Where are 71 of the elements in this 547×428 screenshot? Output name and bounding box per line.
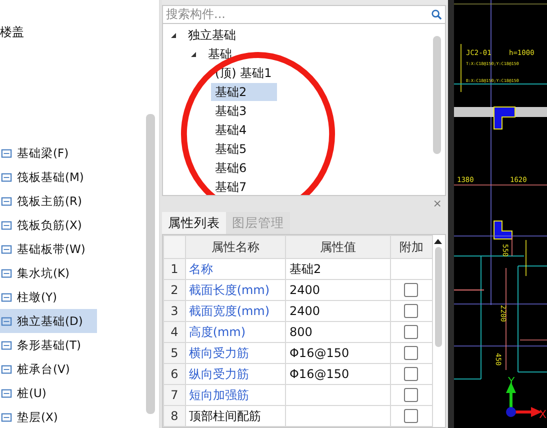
checkbox[interactable] <box>404 346 418 360</box>
component-type-item[interactable]: 桩(U) <box>0 381 97 405</box>
component-icon <box>1 388 12 398</box>
row-number: 1 <box>164 258 186 280</box>
axis-label: X <box>539 408 547 421</box>
component-type-item[interactable]: 集水坑(K) <box>0 261 97 285</box>
origin-icon <box>506 407 516 417</box>
tree-item[interactable]: 基础3 <box>211 102 277 120</box>
column-header: 属性名称 <box>185 236 286 259</box>
component-type-item[interactable]: 垫层(X) <box>0 405 97 428</box>
component-type-item[interactable]: 筏板主筋(R) <box>0 189 97 213</box>
property-name: 纵向受力筋 <box>185 364 286 385</box>
row-number: 2 <box>164 280 186 301</box>
property-name: 短向加强筋 <box>185 384 286 406</box>
component-type-item[interactable]: 基础梁(F) <box>0 141 97 165</box>
component-icon <box>1 244 12 254</box>
checkbox[interactable] <box>404 283 418 298</box>
search-field[interactable]: 搜索构件... <box>162 4 446 24</box>
component-icon <box>1 340 12 350</box>
row-number: 6 <box>164 364 186 385</box>
component-type-item[interactable]: 柱墩(Y) <box>0 285 97 309</box>
column-header: 属性值 <box>286 236 390 259</box>
checkbox[interactable] <box>404 388 418 402</box>
component-type-item[interactable]: 条形基础(T) <box>0 333 97 357</box>
row-number: 7 <box>164 384 186 406</box>
property-name: 横向受力筋 <box>185 342 286 364</box>
tree-item[interactable]: 基础 <box>204 45 262 64</box>
component-icon <box>1 172 12 182</box>
column-header: 附加 <box>390 236 432 259</box>
component-icon <box>1 292 12 302</box>
component-icon <box>1 316 12 326</box>
row-number: 8 <box>164 406 186 427</box>
scrollbar[interactable] <box>433 36 441 154</box>
expand-triangle-icon[interactable] <box>191 52 196 57</box>
close-button[interactable]: × <box>432 197 442 210</box>
category-label: 楼盖 <box>0 24 24 41</box>
component-icon <box>1 268 12 278</box>
expand-triangle-icon[interactable] <box>171 32 176 38</box>
checkbox[interactable] <box>404 304 418 318</box>
component-icon <box>1 412 12 422</box>
checkbox[interactable] <box>404 325 418 340</box>
component-icon <box>1 220 12 230</box>
splitter-handle[interactable] <box>448 0 454 428</box>
tree-item[interactable]: 独立基础 <box>184 26 266 44</box>
component-icon <box>1 364 12 374</box>
property-value[interactable]: 800 <box>289 325 312 340</box>
tree-item[interactable]: 基础5 <box>211 140 277 158</box>
checkbox[interactable] <box>404 409 418 424</box>
property-name: 顶部柱间配筋 <box>185 406 286 427</box>
row-number: 4 <box>164 322 186 343</box>
component-icon <box>1 148 12 158</box>
scrollbar[interactable] <box>146 114 155 414</box>
property-name: 截面长度(mm) <box>185 280 286 301</box>
component-type-item[interactable]: 筏板基础(M) <box>0 165 97 189</box>
component-icon <box>1 196 12 206</box>
component-type-item[interactable]: 基础板带(W) <box>0 237 97 261</box>
property-name: 截面宽度(mm) <box>185 300 286 322</box>
component-type-item[interactable]: 筏板负筋(X) <box>0 213 97 237</box>
property-name: 高度(mm) <box>185 322 286 343</box>
checkbox[interactable] <box>404 367 418 382</box>
component-type-item[interactable]: 桩承台(V) <box>0 357 97 381</box>
component-type-item[interactable]: 独立基础(D) <box>0 309 97 333</box>
tree-item[interactable]: 基础2 <box>211 83 277 102</box>
tree-item[interactable]: 基础7 <box>211 178 277 195</box>
tab[interactable]: 属性列表 <box>162 212 226 234</box>
tree-item[interactable]: 基础4 <box>211 121 277 140</box>
row-number: 5 <box>164 342 186 364</box>
property-name: 名称 <box>185 258 286 280</box>
search-icon[interactable] <box>431 8 442 20</box>
row-number: 3 <box>164 300 186 322</box>
tree-item[interactable]: 基础6 <box>211 159 277 178</box>
